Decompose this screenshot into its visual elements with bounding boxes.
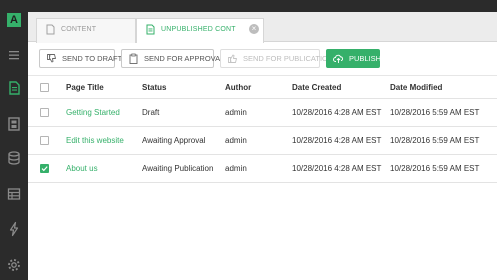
toolbar: SEND TO DRAFT SEND FOR APPROVAL SEND FOR… <box>28 43 497 76</box>
main-panel: CONTENT UNPUBLISHED CONT × SEND TO DRAFT… <box>28 12 497 280</box>
date-created-cell: 10/28/2016 4:28 AM EST <box>292 108 382 117</box>
close-icon[interactable]: × <box>249 24 259 34</box>
column-header-author[interactable]: Author <box>225 76 251 99</box>
table-icon[interactable] <box>6 186 22 202</box>
document-icon <box>46 24 55 35</box>
gear-icon[interactable] <box>6 257 22 273</box>
status-cell: Awaiting Publication <box>142 164 214 173</box>
row-checkbox-checked[interactable] <box>40 164 49 173</box>
status-cell: Awaiting Approval <box>142 136 206 145</box>
column-header-title[interactable]: Page Title <box>66 76 104 99</box>
select-all-checkbox[interactable] <box>40 83 49 92</box>
table-header: Page Title Status Author Date Created Da… <box>28 76 497 99</box>
cloud-upload-icon <box>333 54 343 63</box>
publish-button[interactable]: PUBLISH <box>326 49 382 68</box>
date-modified-cell: 10/28/2016 5:59 AM EST <box>390 164 480 173</box>
thumbs-up-icon <box>228 54 237 63</box>
logo-text: A <box>10 14 18 26</box>
checkmark-icon <box>41 166 48 172</box>
tab-unpublished-content[interactable]: UNPUBLISHED CONT × <box>136 18 264 43</box>
tab-unpublished-label: UNPUBLISHED CONT <box>161 26 236 33</box>
page-title-link[interactable]: Getting Started <box>66 99 120 127</box>
send-for-approval-button[interactable]: SEND FOR APPROVAL <box>121 49 224 68</box>
column-header-created[interactable]: Date Created <box>292 76 341 99</box>
table-row[interactable]: About us Awaiting Publication admin 10/2… <box>28 155 497 183</box>
publish-label: PUBLISH <box>349 54 382 63</box>
author-cell: admin <box>225 164 247 173</box>
tab-content[interactable]: CONTENT <box>36 18 136 43</box>
author-cell: admin <box>225 108 247 117</box>
page-title-link[interactable]: About us <box>66 155 98 183</box>
author-cell: admin <box>225 136 247 145</box>
send-to-draft-label: SEND TO DRAFT <box>62 54 123 63</box>
status-cell: Draft <box>142 108 160 117</box>
lightning-icon[interactable] <box>6 221 22 237</box>
table-row[interactable]: Edit this website Awaiting Approval admi… <box>28 127 497 155</box>
table-row[interactable]: Getting Started Draft admin 10/28/2016 4… <box>28 99 497 127</box>
column-header-status[interactable]: Status <box>142 76 166 99</box>
date-created-cell: 10/28/2016 4:28 AM EST <box>292 136 382 145</box>
document-icon <box>146 24 155 35</box>
database-icon[interactable] <box>6 150 22 166</box>
page-title-link[interactable]: Edit this website <box>66 127 124 155</box>
clipboard-icon <box>129 53 138 64</box>
sidebar: A <box>0 0 28 280</box>
column-header-modified[interactable]: Date Modified <box>390 76 442 99</box>
date-modified-cell: 10/28/2016 5:59 AM EST <box>390 108 480 117</box>
content-table: Page Title Status Author Date Created Da… <box>28 76 497 183</box>
date-created-cell: 10/28/2016 4:28 AM EST <box>292 164 382 173</box>
tab-bar: CONTENT UNPUBLISHED CONT × <box>28 12 497 43</box>
send-to-draft-button[interactable]: SEND TO DRAFT <box>39 49 122 68</box>
row-checkbox[interactable] <box>40 136 49 145</box>
send-for-publication-label: SEND FOR PUBLICATION <box>243 54 334 63</box>
row-checkbox[interactable] <box>40 108 49 117</box>
send-for-approval-label: SEND FOR APPROVAL <box>144 54 225 63</box>
app-logo[interactable]: A <box>7 13 21 27</box>
menu-icon[interactable] <box>6 47 22 63</box>
date-modified-cell: 10/28/2016 5:59 AM EST <box>390 136 480 145</box>
document-icon[interactable] <box>6 80 22 96</box>
film-icon[interactable] <box>6 116 22 132</box>
tab-content-label: CONTENT <box>61 26 97 33</box>
send-for-publication-button[interactable]: SEND FOR PUBLICATION <box>220 49 333 68</box>
thumbs-down-icon <box>47 54 56 63</box>
